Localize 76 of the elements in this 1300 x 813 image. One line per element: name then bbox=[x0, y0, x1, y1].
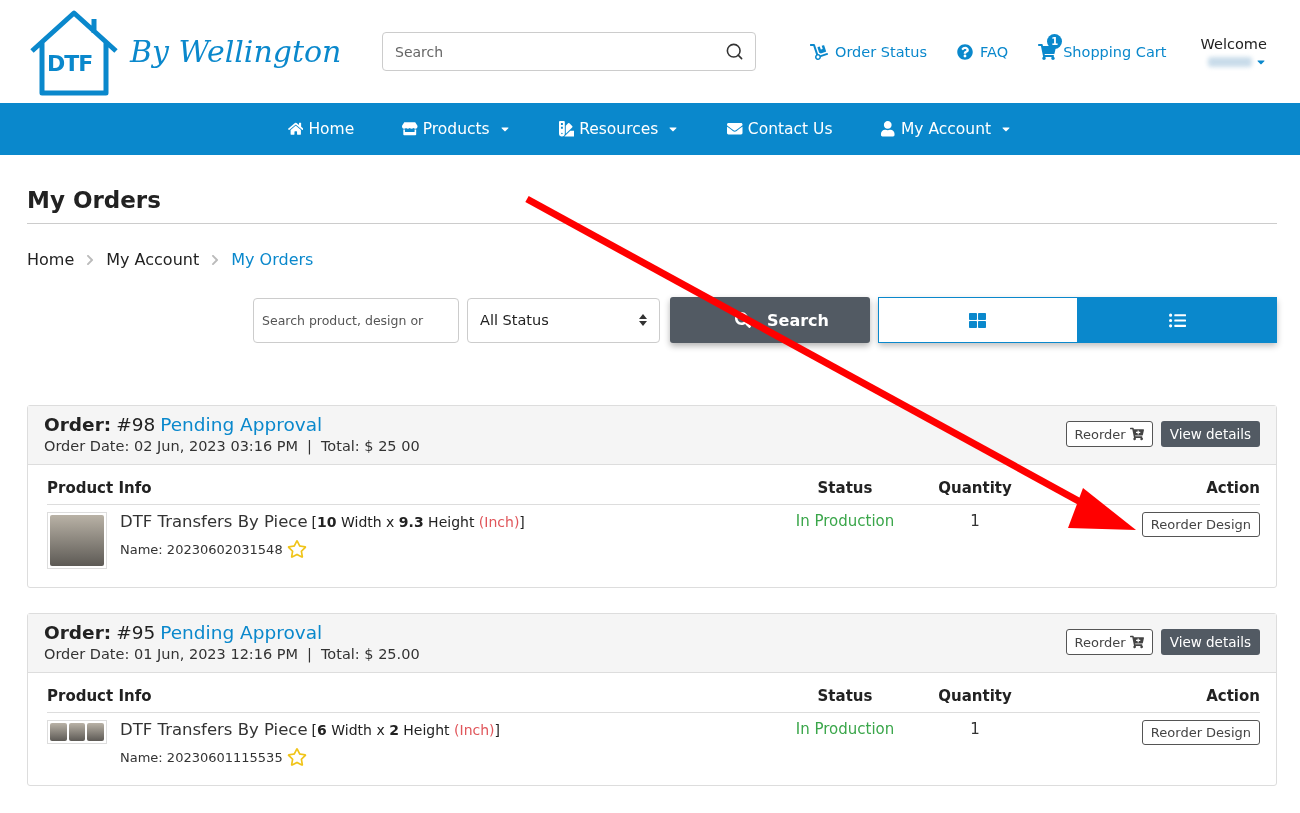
sort-arrows-icon bbox=[639, 314, 647, 326]
view-details-button[interactable]: View details bbox=[1160, 629, 1260, 655]
column-header: Action bbox=[1206, 687, 1260, 705]
order-date: Order Date: 02 Jun, 2023 03:16 PM bbox=[44, 438, 299, 454]
house-logo[interactable]: DTF bbox=[28, 6, 120, 97]
hand-truck-icon bbox=[810, 42, 828, 61]
column-header: Product Info bbox=[47, 479, 152, 497]
header-link[interactable]: Order Status bbox=[810, 31, 928, 61]
column-header: Quantity bbox=[938, 479, 1012, 497]
list-icon bbox=[1168, 311, 1186, 329]
home-icon bbox=[287, 121, 304, 137]
product-size: [6 Width x 2 Height (Inch)] bbox=[311, 722, 501, 738]
star-icon[interactable] bbox=[286, 539, 307, 559]
order-total: Total: $ 25 00 bbox=[320, 438, 420, 454]
header-link[interactable]: 1 Shopping Cart bbox=[1038, 31, 1167, 61]
page-title: My Orders bbox=[27, 155, 1277, 224]
product-title: DTF Transfers By Piece bbox=[120, 512, 308, 531]
breadcrumb-link[interactable]: My Account bbox=[106, 250, 200, 269]
item-quantity: 1 bbox=[970, 720, 980, 738]
search-icon bbox=[735, 312, 752, 328]
cart-plus-icon bbox=[1129, 427, 1144, 441]
order-label: Order: bbox=[44, 414, 112, 435]
column-header: Product Info bbox=[47, 687, 152, 705]
view-details-button[interactable]: View details bbox=[1160, 421, 1260, 447]
search-icon[interactable] bbox=[725, 42, 744, 61]
nav-link[interactable]: My Account bbox=[880, 120, 1013, 138]
header-link[interactable]: FAQ bbox=[957, 32, 1009, 60]
item-status: In Production bbox=[795, 720, 895, 738]
item-quantity: 1 bbox=[970, 512, 980, 530]
search-field[interactable]: Search product, design or bbox=[253, 297, 459, 343]
order-label: Order: bbox=[44, 622, 112, 643]
order-date: Order Date: 01 Jun, 2023 12:16 PM bbox=[44, 646, 299, 662]
column-header: Quantity bbox=[938, 687, 1012, 705]
photo-placeholder bbox=[47, 720, 107, 744]
swatches-icon bbox=[558, 121, 575, 137]
separator: | bbox=[307, 438, 312, 454]
search-button[interactable]: Search bbox=[670, 297, 870, 343]
product-title: DTF Transfers By Piece bbox=[120, 720, 308, 739]
reorder-design-button[interactable]: Reorder Design bbox=[1141, 720, 1260, 745]
nav-link[interactable]: Contact Us bbox=[727, 120, 833, 138]
nav-link[interactable]: Resources bbox=[558, 120, 680, 138]
star-icon[interactable] bbox=[286, 747, 307, 767]
breadcrumb-link[interactable]: Home bbox=[27, 250, 75, 269]
welcome-text: Welcome bbox=[1200, 35, 1267, 52]
store-icon bbox=[402, 121, 418, 137]
column-header: Status bbox=[817, 479, 873, 497]
nav-link[interactable]: Products bbox=[402, 120, 511, 138]
view-toggle-button[interactable] bbox=[1077, 297, 1277, 343]
item-status: In Production bbox=[795, 512, 895, 530]
status-select[interactable]: All Status bbox=[467, 297, 660, 343]
user-icon bbox=[880, 121, 896, 137]
grid-icon bbox=[969, 311, 987, 329]
help-icon bbox=[957, 43, 974, 60]
column-header: Status bbox=[817, 687, 873, 705]
nav-link[interactable]: Home bbox=[287, 120, 355, 138]
separator: | bbox=[307, 646, 312, 662]
reorder-button[interactable]: Reorder bbox=[1065, 421, 1153, 447]
cart-plus-icon bbox=[1129, 635, 1144, 649]
order-total: Total: $ 25.00 bbox=[320, 646, 420, 662]
search-field[interactable]: Search bbox=[382, 32, 756, 71]
view-toggle-button[interactable] bbox=[878, 297, 1078, 343]
order-status[interactable]: Pending Approval bbox=[160, 622, 323, 643]
count-badge: 1 bbox=[1047, 33, 1063, 49]
breadcrumb-link[interactable]: My Orders bbox=[231, 250, 314, 269]
mail-icon bbox=[727, 121, 743, 137]
logo-text: By Wellington bbox=[130, 34, 342, 69]
order-number: #95 bbox=[116, 622, 156, 643]
design-name: Name: 20230602031548 bbox=[120, 541, 283, 557]
column-header: Action bbox=[1206, 479, 1260, 497]
order-status[interactable]: Pending Approval bbox=[160, 414, 323, 435]
design-name: Name: 20230601115535 bbox=[120, 749, 283, 765]
reorder-design-button[interactable]: Reorder Design bbox=[1141, 512, 1260, 537]
photo-placeholder bbox=[47, 512, 107, 569]
order-number: #98 bbox=[116, 414, 156, 435]
product-size: [10 Width x 9.3 Height (Inch)] bbox=[311, 514, 525, 530]
reorder-button[interactable]: Reorder bbox=[1065, 629, 1153, 655]
